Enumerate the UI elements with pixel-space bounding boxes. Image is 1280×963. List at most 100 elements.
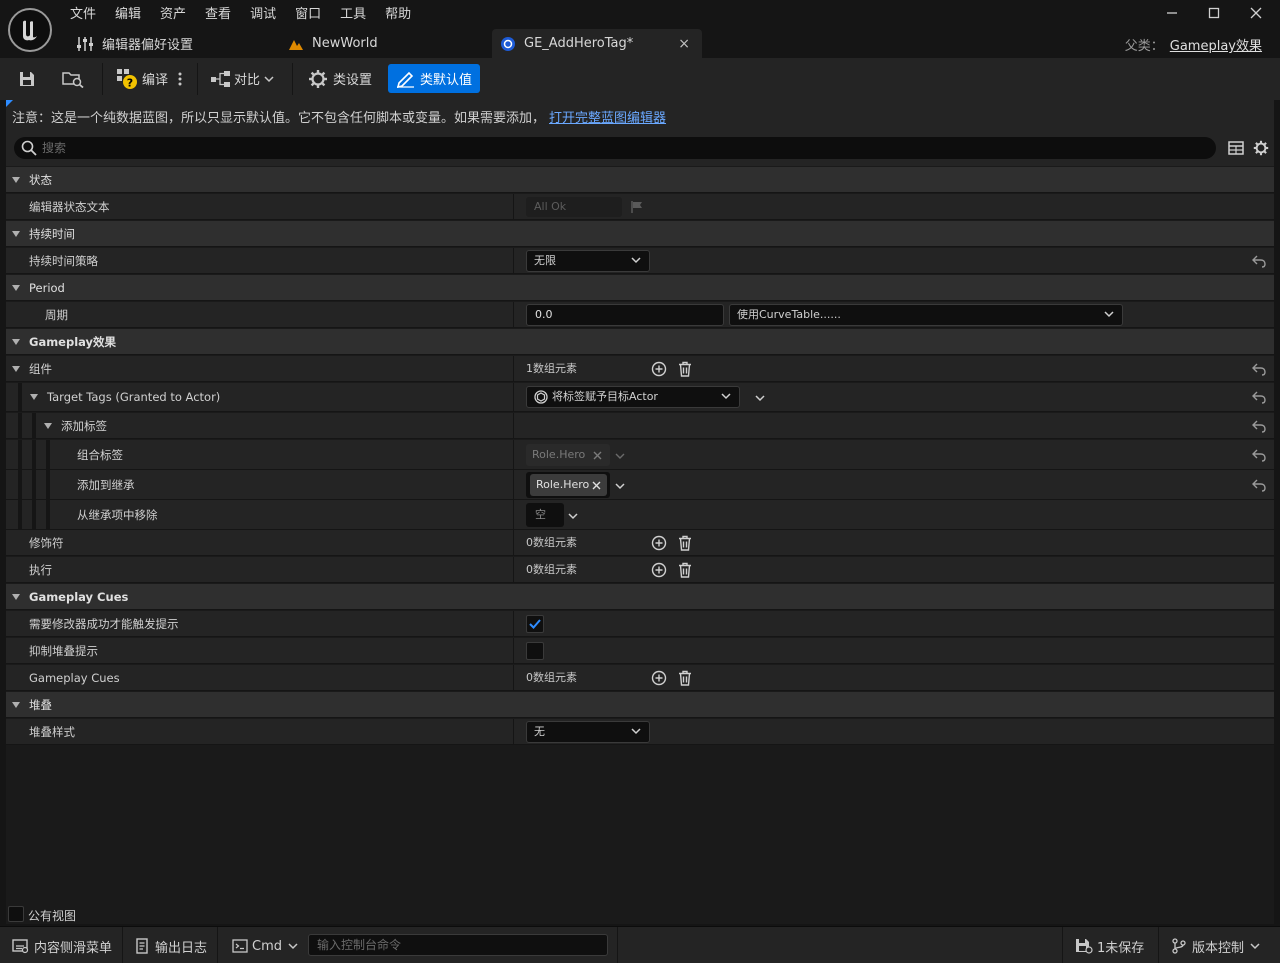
content-drawer-button[interactable]: 内容侧滑菜单 [12, 935, 112, 957]
stacking-type-dropdown[interactable]: 无 [526, 721, 650, 743]
property-row-editor-status-text: 编辑器状态文本 All Ok [6, 194, 1274, 220]
parent-class: 父类： Gameplay效果 [1125, 35, 1262, 54]
close-window-button[interactable] [1241, 4, 1271, 26]
tag-chip[interactable]: Role.Hero [530, 474, 607, 496]
expand-arrow-icon[interactable] [12, 366, 20, 372]
add-element-icon[interactable] [651, 361, 667, 377]
property-label: 组合标签 [77, 448, 123, 462]
menu-tools[interactable]: 工具 [332, 4, 374, 26]
console-input[interactable] [317, 936, 597, 954]
property-label: 周期 [45, 308, 68, 322]
add-element-icon[interactable] [651, 535, 667, 551]
tab-new-world[interactable]: NewWorld [278, 29, 388, 58]
tab-label: GE_AddHeroTag* [524, 36, 634, 51]
property-row-removed-tags: 从继承项中移除 空 [6, 500, 1274, 530]
curve-table-dropdown[interactable]: 使用CurveTable...... [729, 304, 1123, 326]
source-control-button[interactable]: 版本控制 [1171, 935, 1260, 957]
maximize-button[interactable] [1199, 4, 1229, 26]
tag-chip-disabled: Role.Hero [526, 444, 610, 466]
menu-view[interactable]: 查看 [197, 4, 239, 26]
more-vertical-icon [178, 72, 182, 85]
tag-options-chevron-icon[interactable] [615, 482, 625, 490]
tag-options-chevron-icon[interactable] [568, 512, 578, 520]
menu-asset[interactable]: 资产 [152, 4, 194, 26]
checkmark-icon [529, 619, 541, 629]
column-divider [513, 302, 514, 327]
property-row-duration-policy: 持续时间策略 无限 [6, 248, 1274, 274]
reset-to-default-icon[interactable] [1252, 254, 1266, 268]
column-divider [513, 413, 514, 438]
tab-editor-preferences[interactable]: 编辑器偏好设置 [66, 29, 203, 58]
delete-all-icon[interactable] [677, 670, 693, 686]
add-element-icon[interactable] [651, 562, 667, 578]
reset-to-default-icon[interactable] [1252, 362, 1266, 376]
delete-all-icon[interactable] [677, 562, 693, 578]
output-log-button[interactable]: 输出日志 [134, 935, 207, 957]
require-modifier-success-checkbox[interactable] [526, 615, 544, 633]
column-divider [513, 557, 514, 582]
compile-options-button[interactable] [177, 64, 183, 93]
add-element-icon[interactable] [651, 670, 667, 686]
category-label: Gameplay Cues [29, 590, 129, 604]
table-view-icon[interactable] [1228, 140, 1244, 156]
class-defaults-button[interactable]: 类默认值 [388, 64, 480, 93]
compile-button[interactable]: ? 编译 [116, 64, 168, 93]
reset-to-default-icon[interactable] [1252, 448, 1266, 462]
menu-debug[interactable]: 调试 [242, 4, 284, 26]
search-row [6, 130, 1274, 166]
public-view-checkbox[interactable] [8, 906, 24, 922]
delete-all-icon[interactable] [677, 535, 693, 551]
reset-to-default-icon[interactable] [1252, 419, 1266, 433]
empty-tag-container: 空 [526, 503, 564, 527]
expand-arrow-icon[interactable] [44, 423, 52, 429]
search-input[interactable] [42, 139, 1202, 157]
category-status[interactable]: 状态 [6, 167, 1274, 193]
column-divider [513, 638, 514, 663]
corner-marker [6, 100, 13, 107]
unsaved-button[interactable]: 1未保存 [1075, 935, 1144, 957]
category-gameplay-cues[interactable]: Gameplay Cues [6, 584, 1274, 610]
chevron-down-icon [631, 728, 641, 735]
indent-guide [32, 470, 36, 499]
suppress-stacking-cues-checkbox[interactable] [526, 642, 544, 660]
close-tab-icon[interactable]: × [678, 36, 690, 52]
remove-tag-icon[interactable] [592, 481, 601, 490]
category-label: 持续时间 [29, 227, 75, 241]
unsaved-label: 1未保存 [1097, 940, 1145, 956]
expand-arrow-icon[interactable] [30, 394, 38, 400]
statusbar-separator [217, 927, 218, 963]
open-full-blueprint-editor-link[interactable]: 打开完整蓝图编辑器 [549, 111, 666, 126]
save-button[interactable] [18, 64, 36, 93]
reset-to-default-icon[interactable] [1252, 478, 1266, 492]
class-settings-button[interactable]: 类设置 [308, 64, 372, 93]
browse-asset-button[interactable] [62, 64, 84, 93]
category-gameplay-effect[interactable]: Gameplay效果 [6, 329, 1274, 355]
category-duration[interactable]: 持续时间 [6, 221, 1274, 247]
cmd-selector[interactable]: Cmd [232, 935, 298, 957]
menu-edit[interactable]: 编辑 [107, 4, 149, 26]
compile-icon: ? [117, 68, 137, 89]
minimize-button[interactable] [1157, 4, 1187, 26]
settings-icon[interactable] [1253, 140, 1269, 156]
delete-all-icon[interactable] [677, 361, 693, 377]
dropdown-value: 无限 [534, 254, 556, 267]
tab-ge-addherotag[interactable]: GE_AddHeroTag* × [492, 29, 702, 58]
dropdown-value: 无 [534, 725, 545, 738]
array-count: 1数组元素 [526, 362, 577, 375]
property-row-added-tags: 添加到继承 Role.Hero [6, 470, 1274, 500]
expand-arrow-icon [12, 702, 20, 708]
category-period[interactable]: Period [6, 275, 1274, 301]
parent-class-link[interactable]: Gameplay效果 [1170, 39, 1262, 54]
duration-policy-dropdown[interactable]: 无限 [526, 250, 650, 272]
expand-options-chevron-icon[interactable] [755, 394, 765, 402]
unreal-logo-icon[interactable] [8, 8, 52, 52]
property-label: 持续时间策略 [29, 254, 98, 268]
period-value-field[interactable]: 0.0 [526, 304, 724, 326]
menu-file[interactable]: 文件 [62, 4, 104, 26]
diff-button[interactable]: 对比 [210, 64, 274, 93]
category-stacking[interactable]: 堆叠 [6, 692, 1274, 718]
component-class-dropdown[interactable]: 将标签赋予目标Actor [526, 386, 740, 408]
reset-to-default-icon[interactable] [1252, 390, 1266, 404]
menu-help[interactable]: 帮助 [377, 4, 419, 26]
menu-window[interactable]: 窗口 [287, 4, 329, 26]
